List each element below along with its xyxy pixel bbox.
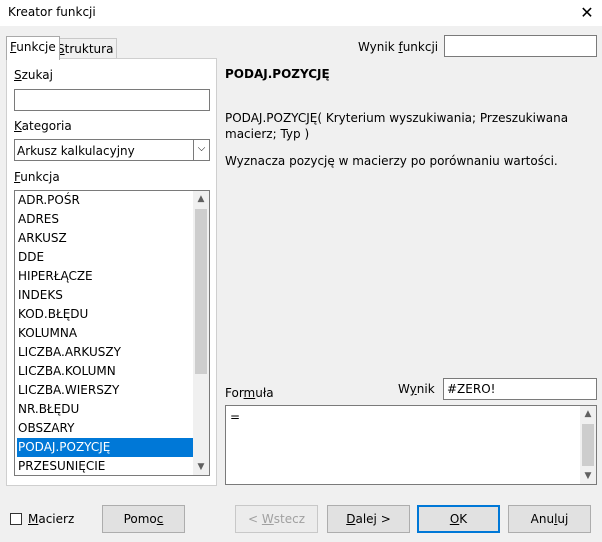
scroll-down-icon[interactable]: ▼: [193, 459, 209, 475]
help-button[interactable]: Pomoc: [102, 505, 185, 533]
result-label-mnemonic: y: [409, 382, 417, 396]
list-item[interactable]: ARKUSZ: [17, 229, 194, 248]
help-label-pre: Pomo: [123, 512, 157, 526]
tab-functions-label: unkcje: [16, 40, 56, 54]
scroll-down-icon[interactable]: ▼: [580, 468, 596, 484]
array-label-mnemonic: M: [28, 512, 39, 526]
array-label[interactable]: Macierz: [28, 512, 74, 526]
list-item[interactable]: NR.BŁĘDU: [17, 400, 194, 419]
function-list-scrollbar[interactable]: ▲ ▼: [193, 191, 209, 475]
next-label-rest: alej >: [355, 512, 391, 526]
back-label-mnemonic: W: [261, 512, 274, 526]
formula-label-pre: For: [225, 386, 244, 400]
list-item[interactable]: ADRES: [17, 210, 194, 229]
formula-scrollbar[interactable]: ▲ ▼: [580, 406, 596, 484]
help-label-mnemonic: c: [156, 512, 164, 526]
function-result-label-rest: unkcji: [402, 40, 439, 54]
category-label-mnemonic: K: [14, 119, 22, 133]
back-button[interactable]: < Wstecz: [235, 505, 318, 533]
function-syntax: PODAJ.POZYCJĘ( Kryterium wyszukiwania; P…: [225, 111, 569, 141]
list-item-selected[interactable]: PODAJ.POZYCJĘ: [17, 438, 194, 457]
list-item[interactable]: LICZBA.ARKUSZY: [17, 343, 194, 362]
list-item[interactable]: KOLUMNA: [17, 324, 194, 343]
window-title: Kreator funkcji: [8, 5, 96, 19]
ok-label-rest: K: [459, 512, 468, 526]
search-input[interactable]: [14, 89, 210, 111]
search-label-text: zukaj: [21, 68, 53, 82]
search-label: Szukaj: [14, 68, 53, 82]
close-icon[interactable]: ✕: [572, 0, 602, 26]
tab-structure-label: truktura: [64, 42, 114, 56]
function-name: PODAJ.POZYCJĘ: [225, 67, 330, 81]
category-value: Arkusz kalkulacyjny: [17, 144, 135, 158]
function-description: Wyznacza pozycję w macierzy po porównani…: [225, 154, 558, 168]
function-result-field[interactable]: [444, 35, 597, 57]
ok-label-mnemonic: O: [449, 512, 460, 526]
formula-textarea[interactable]: = ▲ ▼: [225, 405, 597, 485]
list-item[interactable]: INDEKS: [17, 286, 194, 305]
search-label-mnemonic: S: [14, 68, 22, 82]
chevron-down-icon[interactable]: ⌵: [193, 140, 209, 160]
result-field[interactable]: #ZERO!: [443, 378, 597, 400]
category-label: Kategoria: [14, 119, 72, 133]
function-listbox[interactable]: ADR.POŚR ADRES ARKUSZ DDE HIPERŁĄCZE IND…: [14, 190, 210, 476]
function-result-label-pre: Wynik: [358, 40, 399, 54]
cancel-label-pre: Anu: [530, 512, 555, 526]
cancel-label-rest: uj: [557, 512, 569, 526]
list-item[interactable]: KOD.BŁĘDU: [17, 305, 194, 324]
scroll-thumb[interactable]: [195, 209, 207, 374]
scroll-thumb[interactable]: [582, 424, 594, 466]
scroll-up-icon[interactable]: ▲: [193, 191, 209, 207]
list-item[interactable]: HIPERŁĄCZE: [17, 267, 194, 286]
result-value: #ZERO!: [447, 382, 496, 396]
ok-button[interactable]: OK: [417, 505, 500, 533]
list-item[interactable]: LICZBA.WIERSZY: [17, 381, 194, 400]
formula-label-rest: uła: [255, 386, 274, 400]
formula-value: =: [230, 410, 241, 424]
array-label-text: acierz: [38, 512, 75, 526]
array-checkbox[interactable]: [10, 513, 22, 525]
list-item[interactable]: OBSZARY: [17, 419, 194, 438]
category-select[interactable]: Arkusz kalkulacyjny ⌵: [14, 139, 210, 161]
formula-label: Formuła: [225, 386, 274, 400]
result-label-pre: W: [398, 382, 410, 396]
list-item[interactable]: LICZBA.KOLUMN: [17, 362, 194, 381]
scroll-up-icon[interactable]: ▲: [580, 406, 596, 422]
list-item[interactable]: DDE: [17, 248, 194, 267]
formula-label-mnemonic: m: [243, 386, 256, 400]
next-button[interactable]: Dalej >: [327, 505, 410, 533]
tab-structure[interactable]: Struktura: [53, 38, 118, 59]
tab-functions[interactable]: Funkcje: [6, 36, 60, 60]
list-item[interactable]: PRZESUNIĘCIE: [17, 457, 194, 475]
category-label-text: ategoria: [21, 119, 72, 133]
back-label-pre: <: [248, 512, 262, 526]
back-label-rest: stecz: [273, 512, 305, 526]
function-result-label: Wynik funkcji: [358, 40, 438, 54]
function-list-label: Funkcja: [14, 170, 60, 184]
result-label-rest: nik: [416, 382, 435, 396]
result-label: Wynik: [398, 382, 435, 396]
cancel-button[interactable]: Anuluj: [508, 505, 591, 533]
list-item[interactable]: ADR.POŚR: [17, 191, 194, 210]
function-list-label-text: unkcja: [20, 170, 60, 184]
